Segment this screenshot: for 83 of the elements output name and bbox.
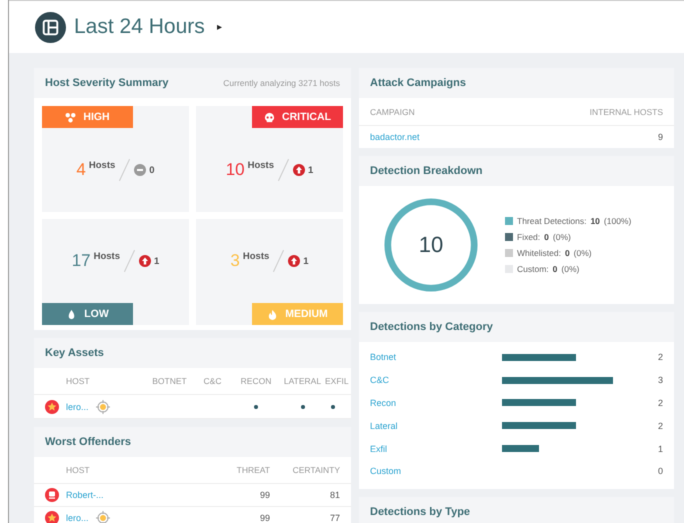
category-count: 2 bbox=[656, 352, 663, 362]
delta-value: 0 bbox=[149, 164, 155, 176]
threat-score: 99 bbox=[258, 490, 270, 500]
minus-icon bbox=[134, 164, 146, 176]
category-count: 0 bbox=[656, 466, 663, 476]
severity-label: MEDIUM bbox=[252, 303, 343, 325]
host-unit: Hosts bbox=[88, 160, 116, 170]
legend-value: 0 bbox=[544, 232, 549, 242]
legend-label: Fixed: bbox=[517, 232, 540, 242]
card-title: Detection Breakdown bbox=[370, 165, 482, 177]
up-arrow-icon bbox=[288, 255, 300, 267]
caret-icon[interactable]: ▸ bbox=[216, 21, 222, 33]
column-header: RECON bbox=[240, 376, 272, 386]
severity-label: CRITICAL bbox=[252, 106, 343, 128]
legend-value: 0 bbox=[564, 248, 570, 258]
host-count: 4 bbox=[76, 160, 86, 180]
severity-label: LOW bbox=[42, 303, 133, 325]
category-bar bbox=[502, 445, 539, 452]
category-count: 3 bbox=[656, 375, 663, 386]
card-title: Worst Offenders bbox=[45, 436, 131, 448]
host-link[interactable]: lero... bbox=[66, 513, 89, 523]
column-header: CAMPAIGN bbox=[370, 106, 416, 116]
severity-label: HIGH bbox=[42, 106, 133, 128]
host-count: 17 bbox=[72, 251, 91, 271]
legend-percent: (0%) bbox=[561, 264, 580, 274]
card-title: Host Severity Summary bbox=[45, 77, 168, 89]
detection-total: 10 bbox=[418, 232, 444, 258]
card-title: Detections by Type bbox=[370, 506, 470, 518]
category-link[interactable]: Botnet bbox=[370, 352, 502, 362]
delta-value: 1 bbox=[308, 164, 314, 176]
host-count: 3 bbox=[230, 251, 240, 271]
card-title: Key Assets bbox=[45, 347, 104, 359]
card-title: Attack Campaigns bbox=[370, 77, 466, 89]
column-header: BOTNET bbox=[151, 376, 188, 386]
category-link[interactable]: Custom bbox=[370, 466, 502, 476]
category-link[interactable]: Exfil bbox=[370, 444, 502, 454]
category-link[interactable]: C&C bbox=[370, 375, 502, 386]
legend-label: Whitelisted: bbox=[517, 248, 561, 258]
threat-score: 99 bbox=[258, 513, 270, 523]
host-unit: Hosts bbox=[248, 160, 274, 170]
column-header: HOST bbox=[66, 465, 91, 475]
legend-percent: (0%) bbox=[574, 248, 592, 258]
host-unit: Hosts bbox=[94, 250, 120, 262]
up-arrow-icon bbox=[139, 255, 152, 267]
column-header: THREAT bbox=[236, 465, 270, 475]
category-link[interactable]: Recon bbox=[370, 398, 502, 408]
delta-value: 1 bbox=[154, 256, 160, 266]
certainty-score: 81 bbox=[328, 490, 340, 500]
delta-value: 1 bbox=[303, 256, 309, 266]
legend-percent: (100%) bbox=[604, 216, 632, 226]
severity-icon bbox=[267, 308, 278, 320]
column-header: LATERAL bbox=[282, 376, 322, 386]
legend-value: 10 bbox=[590, 216, 600, 226]
category-link[interactable]: Lateral bbox=[370, 420, 502, 431]
legend-label: Threat Detections: bbox=[517, 216, 586, 226]
legend-label: Custom: bbox=[517, 264, 549, 274]
computer-icon bbox=[45, 488, 59, 502]
host-count: 10 bbox=[226, 160, 245, 180]
legend-value: 0 bbox=[552, 264, 558, 274]
card-title: Detections by Category bbox=[370, 321, 493, 333]
legend-percent: (0%) bbox=[552, 232, 571, 242]
host-unit: Hosts bbox=[242, 250, 270, 262]
certainty-score: 77 bbox=[328, 513, 340, 523]
column-header: EXFIL bbox=[325, 376, 349, 386]
host-count: 9 bbox=[658, 132, 663, 142]
column-header: C&C bbox=[202, 376, 222, 386]
category-count: 1 bbox=[656, 444, 663, 454]
host-link[interactable]: lero... bbox=[66, 402, 89, 412]
column-header: INTERNAL HOSTS bbox=[590, 106, 663, 116]
card-subtitle: Currently analyzing 3271 hosts bbox=[223, 78, 340, 88]
page-title[interactable]: Last 24 Hours bbox=[74, 15, 205, 39]
dashboard-icon bbox=[35, 12, 66, 42]
host-link[interactable]: Robert-... bbox=[66, 490, 104, 500]
category-count: 2 bbox=[656, 420, 663, 431]
column-header: CERTAINTY bbox=[292, 465, 340, 475]
severity-icon bbox=[65, 112, 76, 122]
star-icon bbox=[45, 511, 59, 523]
up-arrow-icon bbox=[293, 164, 306, 176]
star-icon bbox=[45, 400, 59, 414]
severity-icon bbox=[264, 112, 275, 122]
column-header: HOST bbox=[66, 376, 91, 386]
category-count: 2 bbox=[656, 398, 663, 408]
campaign-link[interactable]: badactor.net bbox=[370, 132, 658, 142]
